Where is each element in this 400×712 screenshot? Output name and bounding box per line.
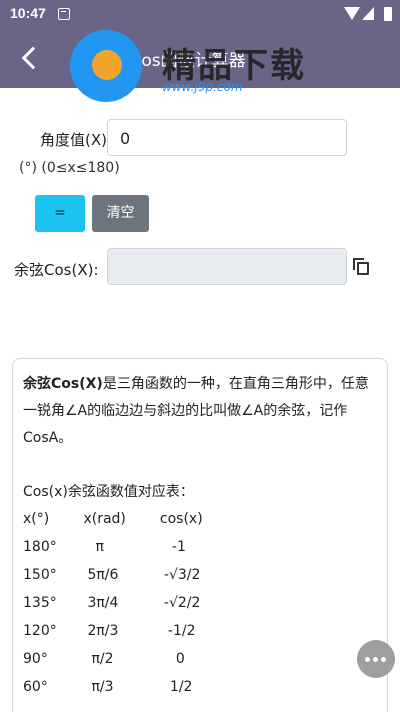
cell-rad: 5π/6	[87, 567, 119, 583]
cell-cos: 1/2	[169, 679, 193, 695]
cell-rad: π/2	[91, 651, 114, 667]
table-row: 90° π/2 0	[23, 646, 377, 674]
header-x-deg: x(°)	[23, 511, 50, 527]
cos-table: Cos(x)余弦函数值对应表： x(°) x(rad) cos(x) 180° …	[23, 479, 377, 702]
table-title: Cos(x)余弦函数值对应表：	[23, 484, 194, 500]
cell-cos: -√2/2	[163, 595, 201, 611]
table-header: x(°) x(rad) cos(x)	[23, 506, 377, 534]
cell-cos: -1	[171, 539, 186, 555]
cell-deg: 150°	[23, 567, 57, 583]
angle-label: 角度值(X):	[40, 131, 113, 149]
battery-icon	[384, 7, 392, 21]
header-x-rad: x(rad)	[83, 511, 126, 527]
result-field[interactable]	[107, 248, 347, 285]
info-card: 余弦Cos(X)是三角函数的一种，在直角三角形中，任意一锐角∠A的临边边与斜边的…	[12, 358, 388, 712]
cell-cos: -√3/2	[163, 567, 201, 583]
table-row: 135° 3π/4 -√2/2	[23, 590, 377, 618]
cell-deg: 120°	[23, 623, 57, 639]
table-row: 180° π -1	[23, 534, 377, 562]
back-arrow-icon[interactable]	[18, 44, 46, 72]
cell-rad: π/3	[91, 679, 114, 695]
header-cos: cos(x)	[159, 511, 203, 527]
status-time: 10:47	[10, 5, 46, 21]
page-title: cos函数计算器	[132, 51, 246, 71]
table-row: 150° 5π/6 -√3/2	[23, 562, 377, 590]
cell-cos: -1/2	[167, 623, 196, 639]
result-label: 余弦Cos(X):	[14, 261, 99, 279]
cell-deg: 180°	[23, 539, 57, 555]
calculate-button[interactable]: =	[35, 195, 85, 232]
cell-deg: 135°	[23, 595, 57, 611]
table-row: 120° 2π/3 -1/2	[23, 618, 377, 646]
cell-cos: 0	[175, 651, 185, 667]
cell-rad: 2π/3	[87, 623, 119, 639]
info-term: 余弦Cos(X)	[23, 376, 103, 392]
cell-rad: π	[95, 539, 104, 555]
signal-icon	[362, 7, 374, 20]
angle-input[interactable]: 0	[107, 119, 347, 156]
status-bar: 10:47	[0, 0, 400, 28]
cell-deg: 90°	[23, 651, 48, 667]
range-hint: (°) (0≤x≤180)	[19, 160, 120, 176]
clear-button[interactable]: 清空	[92, 195, 149, 232]
cell-deg: 60°	[23, 679, 48, 695]
chat-bubble-icon[interactable]	[357, 640, 395, 678]
notification-app-icon	[58, 8, 70, 20]
copy-icon[interactable]	[353, 258, 371, 276]
wifi-icon	[344, 7, 360, 20]
info-description: 余弦Cos(X)是三角函数的一种，在直角三角形中，任意一锐角∠A的临边边与斜边的…	[23, 371, 377, 452]
table-row: 60° π/3 1/2	[23, 674, 377, 702]
app-bar: cos函数计算器	[0, 28, 400, 88]
cell-rad: 3π/4	[87, 595, 119, 611]
